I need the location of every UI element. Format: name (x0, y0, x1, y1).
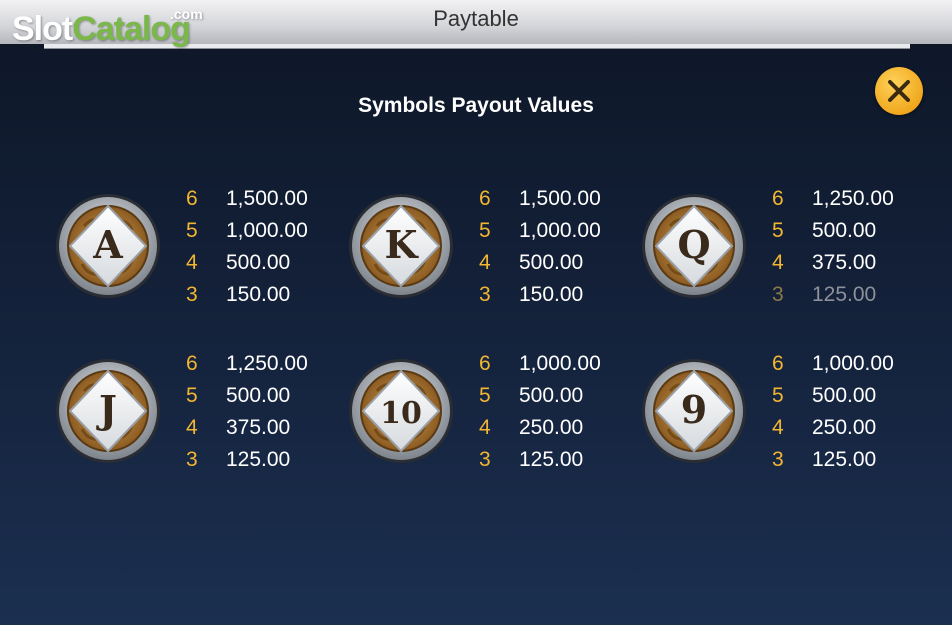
payout-row: 4 500.00 (186, 247, 326, 279)
payout-row: 4 375.00 (772, 247, 912, 279)
payout-count: 5 (186, 384, 198, 407)
payout-row: 3 150.00 (186, 279, 326, 311)
payout-value: 125.00 (812, 283, 877, 306)
letter-q-icon: Q (640, 192, 748, 300)
payout-count: 4 (186, 251, 198, 274)
payout-row: 3 125.00 (772, 444, 912, 476)
letter-j-icon: J (54, 357, 162, 465)
payout-row: 6 1,500.00 (479, 183, 619, 215)
payout-row: 6 1,000.00 (479, 348, 619, 380)
symbol-glyph: 9 (681, 387, 707, 432)
payout-count: 3 (772, 283, 784, 306)
payout-row: 5 500.00 (479, 380, 619, 412)
payout-value: 125.00 (812, 448, 877, 471)
payout-value: 250.00 (812, 416, 877, 439)
payout-value: 250.00 (519, 416, 584, 439)
number-10-icon: 10 (347, 357, 455, 465)
payout-row: 5 1,000.00 (479, 215, 619, 247)
payout-count: 4 (772, 416, 784, 439)
payout-count: 5 (479, 384, 491, 407)
payout-value: 1,500.00 (226, 187, 308, 210)
payout-count: 3 (186, 283, 198, 306)
payout-value: 500.00 (812, 384, 877, 407)
payout-row: 6 1,250.00 (186, 348, 326, 380)
payout-value: 125.00 (519, 448, 584, 471)
payout-row: 4 375.00 (186, 412, 326, 444)
payout-row: 5 500.00 (772, 215, 912, 247)
payout-row: 4 250.00 (772, 412, 912, 444)
payout-row: 6 1,000.00 (772, 348, 912, 380)
payout-value: 500.00 (519, 384, 584, 407)
payout-count: 4 (186, 416, 198, 439)
section-title: Symbols Payout Values (358, 94, 594, 117)
payout-count: 5 (186, 219, 198, 242)
payout-value: 1,000.00 (519, 219, 601, 242)
payout-row: 3 150.00 (479, 279, 619, 311)
payout-row: 5 1,000.00 (186, 215, 326, 247)
payout-row: 3 125.00 (186, 444, 326, 476)
payout-value: 375.00 (812, 251, 877, 274)
payout-count: 3 (772, 448, 784, 471)
payout-row: 5 500.00 (772, 380, 912, 412)
payout-count: 4 (479, 416, 491, 439)
symbol-glyph: K (384, 222, 419, 267)
payout-row: 3 125.00 (479, 444, 619, 476)
symbol-glyph: Q (677, 222, 710, 267)
payout-value: 1,250.00 (812, 187, 894, 210)
payout-value: 1,250.00 (226, 352, 308, 375)
symbol-glyph: A (92, 222, 123, 267)
payout-row: 6 1,500.00 (186, 183, 326, 215)
payout-value: 1,000.00 (226, 219, 308, 242)
payout-value: 1,500.00 (519, 187, 601, 210)
payout-row: 5 500.00 (186, 380, 326, 412)
payout-count: 6 (772, 187, 784, 210)
payout-value: 1,000.00 (519, 352, 601, 375)
payout-count: 4 (772, 251, 784, 274)
payout-count: 5 (772, 219, 784, 242)
number-9-icon: 9 (640, 357, 748, 465)
payout-count: 6 (479, 187, 491, 210)
payout-value: 1,000.00 (812, 352, 894, 375)
symbol-glyph: J (96, 387, 117, 432)
payout-value: 500.00 (226, 384, 291, 407)
payout-count: 4 (479, 251, 491, 274)
payout-value: 125.00 (226, 448, 291, 471)
payout-row: 6 1,250.00 (772, 183, 912, 215)
payout-count: 5 (772, 384, 784, 407)
logo-suffix: .com (170, 6, 203, 22)
payout-value: 375.00 (226, 416, 291, 439)
payout-value: 500.00 (812, 219, 877, 242)
logo: SlotCatalog .com (12, 6, 203, 49)
payout-count: 5 (479, 219, 491, 242)
payout-count: 6 (186, 187, 198, 210)
payout-count: 3 (479, 448, 491, 471)
letter-k-icon: K (347, 192, 455, 300)
payout-row: 4 250.00 (479, 412, 619, 444)
payout-value: 500.00 (519, 251, 584, 274)
logo-part-slot: Slot (12, 10, 73, 48)
payout-count: 6 (772, 352, 784, 375)
payout-count: 6 (186, 352, 198, 375)
payout-count: 6 (479, 352, 491, 375)
payout-value: 500.00 (226, 251, 291, 274)
payout-row: 3 125.00 (772, 279, 912, 311)
payout-value: 150.00 (226, 283, 291, 306)
payout-row: 4 500.00 (479, 247, 619, 279)
payout-count: 3 (479, 283, 491, 306)
letter-a-icon: A (54, 192, 162, 300)
payout-count: 3 (186, 448, 198, 471)
payout-value: 150.00 (519, 283, 584, 306)
symbol-glyph: 10 (380, 396, 422, 431)
